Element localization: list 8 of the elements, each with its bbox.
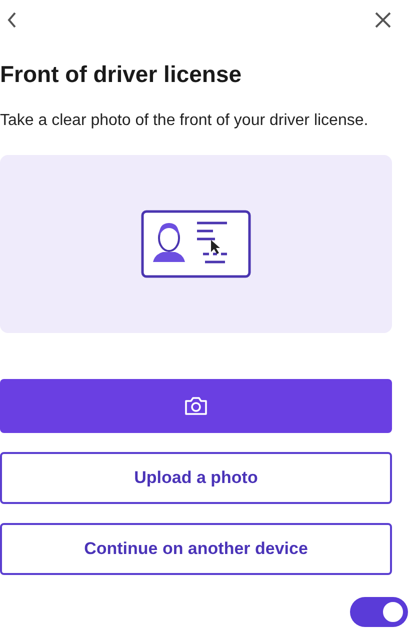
page-title: Front of driver license [0, 60, 243, 89]
toggle-switch[interactable] [350, 597, 408, 627]
continue-other-device-button[interactable]: Continue on another device [0, 522, 392, 575]
upload-photo-button[interactable]: Upload a photo [0, 452, 392, 504]
instruction-text: Take a clear photo of the front of your driver license. [0, 110, 370, 131]
camera-icon [183, 394, 209, 417]
close-icon[interactable] [374, 11, 392, 29]
back-icon[interactable] [6, 11, 18, 29]
